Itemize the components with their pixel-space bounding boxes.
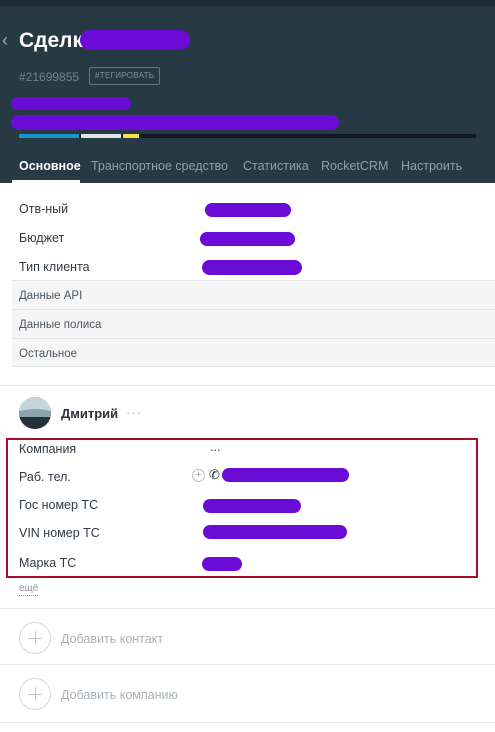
section-label: Данные полиса [19, 319, 102, 331]
redacted-value [200, 232, 295, 246]
divider [0, 385, 495, 386]
pipeline-progress[interactable] [19, 134, 476, 138]
deal-id: #21699855 [19, 70, 80, 84]
divider [0, 664, 495, 665]
pipeline-stage-1 [19, 134, 79, 138]
header-top-strip [0, 0, 495, 6]
redacted-deal-name [80, 30, 190, 50]
add-company-plus-icon [19, 678, 51, 710]
field-label: Тип клиента [19, 260, 90, 274]
section-label: Данные API [19, 290, 83, 302]
redacted-line-1 [11, 97, 131, 110]
back-chevron-icon[interactable]: ‹ [2, 30, 16, 50]
tab-rocketcrm[interactable]: RocketCRM [321, 158, 388, 174]
field-budget[interactable]: Бюджет [0, 223, 495, 252]
field-client-type[interactable]: Тип клиента [0, 252, 495, 281]
field-label: Отв-ный [19, 202, 69, 216]
tag-button[interactable]: #ТЕГИРОВАТЬ [89, 67, 161, 85]
add-company-button[interactable]: Добавить компанию [0, 667, 495, 723]
add-company-label: Добавить компанию [61, 688, 178, 702]
field-responsible[interactable]: Отв-ный [0, 194, 495, 223]
contact-avatar[interactable] [19, 397, 51, 429]
field-label: Бюджет [19, 231, 65, 245]
show-more-link[interactable]: ещё [19, 583, 39, 596]
redacted-value [205, 203, 291, 217]
divider [0, 608, 495, 609]
tab-configure[interactable]: Настроить [401, 158, 462, 174]
more-options-icon[interactable]: ··· [126, 405, 142, 421]
pipeline-stage-3 [123, 134, 139, 138]
add-contact-label: Добавить контакт [61, 632, 164, 646]
add-contact-button[interactable]: Добавить контакт [0, 611, 495, 667]
section-other[interactable]: Остальное [12, 338, 495, 367]
pipeline-stage-2 [81, 134, 121, 138]
tab-vehicle[interactable]: Транспортное средство [91, 158, 228, 174]
section-label: Остальное [19, 348, 78, 360]
redacted-line-2 [11, 115, 339, 130]
deal-header: ‹ Сделка #21699855 #ТЕГИРОВАТЬ Основное … [0, 0, 495, 183]
tab-bar: Основное Транспортное средство Статистик… [0, 152, 495, 183]
active-tab-indicator [12, 180, 80, 183]
section-policy-data[interactable]: Данные полиса [12, 309, 495, 338]
tab-statistics[interactable]: Статистика [243, 158, 309, 174]
highlight-annotation [6, 438, 478, 578]
redacted-value [202, 260, 302, 275]
avatar-rock [19, 417, 51, 429]
section-divider [12, 366, 495, 367]
add-contact-plus-icon [19, 622, 51, 654]
divider [0, 722, 495, 723]
contact-name[interactable]: Дмитрий [61, 406, 118, 422]
section-api-data[interactable]: Данные API [12, 280, 495, 309]
tab-main[interactable]: Основное [19, 158, 81, 174]
